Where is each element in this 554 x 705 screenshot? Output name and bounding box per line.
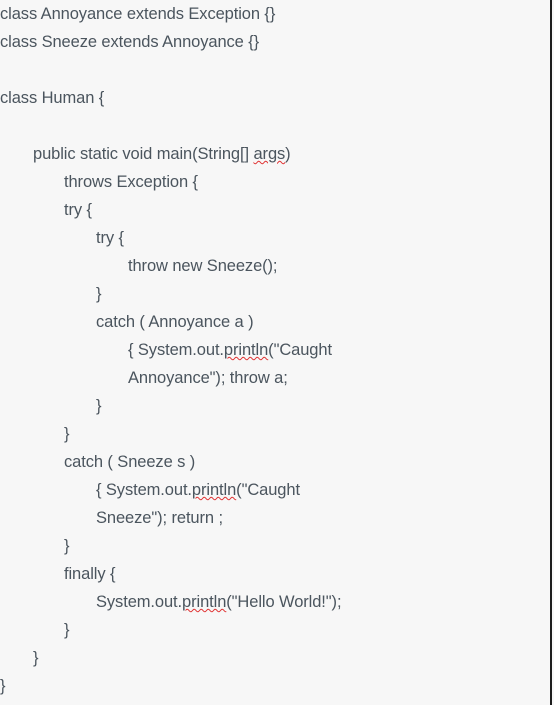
code-line: } (0, 644, 548, 672)
code-text: } (0, 677, 6, 695)
code-text: } (96, 397, 102, 415)
code-line: throws Exception { (0, 168, 548, 196)
code-text: catch ( Annoyance a ) (96, 313, 254, 331)
code-block[interactable]: class Annoyance extends Exception {} clas… (0, 0, 548, 705)
code-line: System.out.println("Hello World!"); (0, 588, 548, 616)
code-line: try { (0, 224, 548, 252)
code-line: } (0, 392, 548, 420)
code-text: } (64, 537, 70, 555)
code-text: catch ( Sneeze s ) (64, 453, 196, 471)
code-line: class Human { (0, 84, 548, 112)
right-margin-rule (550, 0, 552, 705)
code-text: throws Exception { (64, 173, 198, 191)
code-line: try { (0, 196, 548, 224)
code-text: try { (64, 201, 92, 219)
code-line: throw new Sneeze(); (0, 252, 548, 280)
code-text: try { (96, 229, 124, 247)
code-text: Annoyance"); throw a; (128, 369, 288, 387)
code-line: finally { (0, 560, 548, 588)
spellcheck-underlined-word[interactable]: println (192, 476, 236, 504)
document-page: class Annoyance extends Exception {} clas… (0, 0, 554, 705)
code-line: } (0, 532, 548, 560)
code-text: } (64, 425, 70, 443)
code-text: Sneeze"); return ; (96, 509, 223, 527)
code-text: { System.out. (128, 341, 224, 359)
code-text: } (64, 621, 70, 639)
code-line: class Annoyance extends Exception {} (0, 0, 548, 28)
code-text: class Sneeze extends Annoyance {} (0, 33, 260, 51)
code-line: catch ( Sneeze s ) (0, 448, 548, 476)
code-line: } (0, 616, 548, 644)
code-text: ("Caught (268, 341, 332, 359)
spellcheck-underlined-word[interactable]: println (182, 588, 226, 616)
code-line: { System.out.println("Caught (0, 476, 548, 504)
code-text: ("Caught (236, 481, 300, 499)
code-line: catch ( Annoyance a ) (0, 308, 548, 336)
code-text: public static void main(String[] (33, 145, 254, 163)
code-text: } (96, 285, 102, 303)
spellcheck-underlined-word[interactable]: println (224, 336, 268, 364)
code-line: public static void main(String[] args) (0, 140, 548, 168)
code-text: ("Hello World!"); (226, 593, 342, 611)
code-line: Sneeze"); return ; (0, 504, 548, 532)
code-text: { System.out. (96, 481, 192, 499)
code-text: class Human { (0, 89, 105, 107)
spellcheck-underlined-word[interactable]: args (253, 140, 285, 168)
code-line: { System.out.println("Caught (0, 336, 548, 364)
code-text: System.out. (96, 593, 183, 611)
code-text: } (33, 649, 39, 667)
code-text: class Annoyance extends Exception {} (0, 5, 276, 23)
code-line: } (0, 280, 548, 308)
code-text: ) (285, 145, 291, 163)
code-line: Annoyance"); throw a; (0, 364, 548, 392)
code-line: } (0, 672, 548, 700)
code-line: class Sneeze extends Annoyance {} (0, 28, 548, 56)
code-line: } (0, 420, 548, 448)
code-text: throw new Sneeze(); (128, 257, 278, 275)
code-text: finally { (64, 565, 116, 583)
